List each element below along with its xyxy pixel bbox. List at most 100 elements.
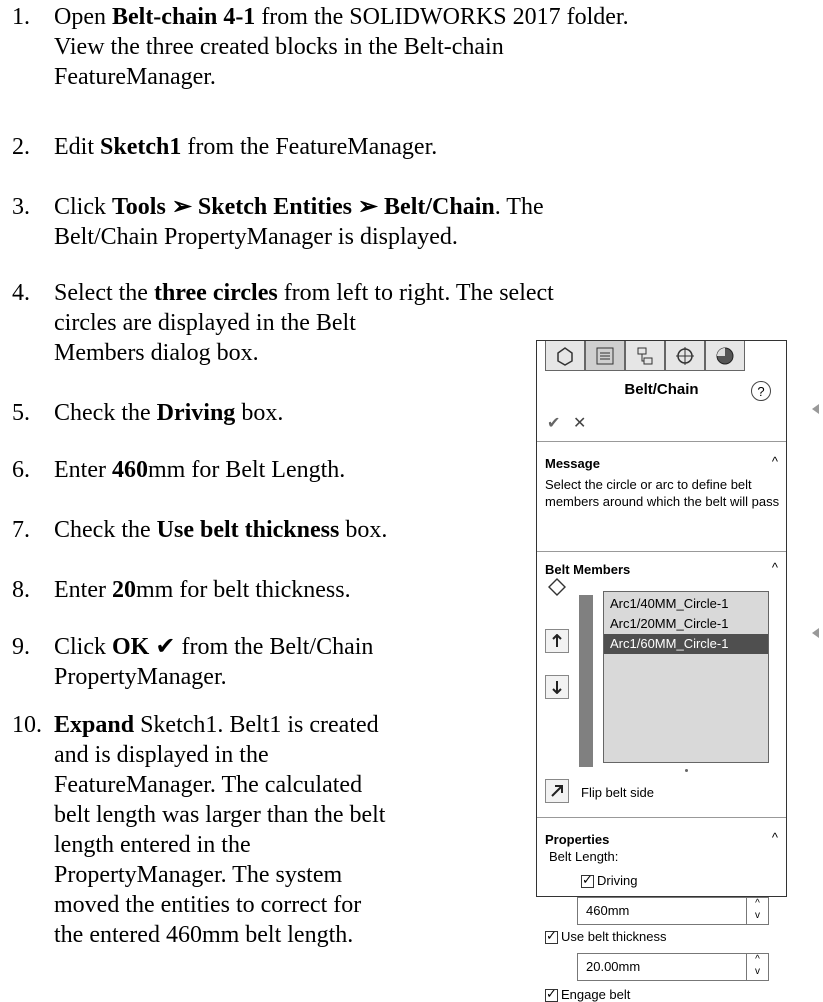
arrow-up-icon bbox=[552, 634, 562, 647]
belt-thickness-input[interactable]: 20.00mm bbox=[577, 953, 747, 981]
step-line: Select the three circles from left to ri… bbox=[54, 278, 554, 308]
tab-display-manager[interactable] bbox=[705, 341, 745, 371]
step-text: Check the bbox=[54, 517, 157, 543]
step-line: the entered 460mm belt length. bbox=[54, 920, 353, 950]
list-item[interactable]: Arc1/40MM_Circle-1 bbox=[610, 594, 728, 614]
step-line: PropertyManager. bbox=[54, 662, 227, 692]
step-line: Members dialog box. bbox=[54, 338, 259, 368]
step-emphasis: Tools ➢ Sketch Entities ➢ Belt/Chain bbox=[112, 194, 495, 220]
resize-handle[interactable] bbox=[685, 769, 688, 772]
display-sphere-icon bbox=[716, 347, 734, 364]
ok-button[interactable]: ✔ bbox=[547, 413, 560, 433]
move-down-button[interactable] bbox=[545, 675, 569, 699]
message-title: Message bbox=[545, 456, 600, 471]
belt-length-input[interactable]: 460mm bbox=[577, 897, 747, 925]
step-text: Belt/Chain PropertyManager is displayed. bbox=[54, 224, 458, 250]
panel-title: Belt/Chain bbox=[624, 381, 699, 398]
step-text: Select the bbox=[54, 280, 154, 306]
use-belt-thickness-checkbox[interactable] bbox=[545, 928, 558, 944]
step-text: length entered in the bbox=[54, 832, 251, 858]
step-text: Edit bbox=[54, 134, 100, 160]
step-text: ✔ from the Belt/Chain bbox=[149, 634, 374, 660]
property-manager-icon bbox=[596, 347, 614, 364]
step-emphasis: Driving bbox=[156, 400, 236, 426]
crosshair-icon bbox=[676, 346, 694, 365]
collapse-message-icon[interactable]: ^ bbox=[772, 454, 778, 469]
step-line: Edit Sketch1 from the FeatureManager. bbox=[54, 132, 437, 162]
flip-belt-side-button[interactable] bbox=[545, 779, 569, 803]
step-line: PropertyManager. The system bbox=[54, 860, 342, 890]
step-text: Click bbox=[54, 634, 112, 660]
driving-label: Driving bbox=[597, 873, 638, 888]
step-emphasis: Expand bbox=[54, 712, 135, 738]
list-item-selected[interactable]: Arc1/60MM_Circle-1 bbox=[604, 634, 768, 654]
cancel-button[interactable]: ✕ bbox=[573, 413, 586, 433]
step-text: Members dialog box. bbox=[54, 340, 259, 366]
step-text: and is displayed in the bbox=[54, 742, 269, 768]
step-text: Click bbox=[54, 194, 112, 220]
step-number: 4. bbox=[12, 280, 30, 306]
list-item[interactable]: Arc1/20MM_Circle-1 bbox=[610, 614, 728, 634]
step-number: 6. bbox=[12, 457, 30, 483]
engage-belt-label: Engage belt bbox=[561, 987, 631, 1002]
step-line: Check the Use belt thickness box. bbox=[54, 515, 387, 545]
belt-length-label: Belt Length: bbox=[549, 849, 619, 864]
configuration-manager-icon bbox=[637, 347, 653, 364]
step-text: box. bbox=[339, 517, 388, 543]
belt-thickness-spinner[interactable]: ^ v bbox=[747, 953, 769, 981]
step-line: circles are displayed in the Belt bbox=[54, 308, 356, 338]
step-text: PropertyManager. The system bbox=[54, 862, 343, 888]
flip-arrow-icon bbox=[551, 785, 563, 797]
arrow-down-icon bbox=[552, 681, 562, 694]
callout-arrow-icon bbox=[812, 628, 819, 638]
step-number: 1. bbox=[12, 4, 30, 30]
step-text: mm for Belt Length. bbox=[147, 457, 346, 483]
belt-members-list[interactable]: Arc1/40MM_Circle-1 Arc1/20MM_Circle-1 Ar… bbox=[603, 591, 769, 763]
message-text: Select the circle or arc to define belt … bbox=[545, 477, 780, 509]
manager-tabs bbox=[537, 341, 786, 373]
belt-chain-property-manager: Belt/Chain ? ✔ ✕ Message ^ Select the ci… bbox=[536, 340, 787, 1002]
step-text: Enter bbox=[54, 457, 112, 483]
selection-diamond-icon bbox=[545, 575, 569, 599]
step-text: from the FeatureManager. bbox=[181, 134, 438, 160]
collapse-members-icon[interactable]: ^ bbox=[772, 560, 778, 575]
tab-feature-manager[interactable] bbox=[545, 341, 585, 371]
step-line: FeatureManager. bbox=[54, 62, 216, 92]
message-section: Message ^ Select the circle or arc to de… bbox=[537, 441, 786, 521]
step-text: . The bbox=[494, 194, 544, 220]
step-line: Enter 20mm for belt thickness. bbox=[54, 575, 351, 605]
move-up-button[interactable] bbox=[545, 629, 569, 653]
step-emphasis: three circles bbox=[153, 280, 278, 306]
step-number: 8. bbox=[12, 577, 30, 603]
step-emphasis: Sketch1 bbox=[100, 134, 182, 160]
tab-dimxpert-manager[interactable] bbox=[665, 341, 705, 371]
step-text: Check the bbox=[54, 400, 157, 426]
step-line: View the three created blocks in the Bel… bbox=[54, 32, 504, 62]
step-text: Enter bbox=[54, 577, 112, 603]
step-emphasis: 460 bbox=[111, 457, 148, 483]
step-text: circles are displayed in the Belt bbox=[54, 310, 356, 336]
collapse-properties-icon[interactable]: ^ bbox=[772, 830, 778, 845]
step-text: Sketch1. Belt1 is created bbox=[134, 712, 379, 738]
step-line: FeatureManager. The calculated bbox=[54, 770, 362, 800]
step-text: View the three created blocks in the Bel… bbox=[54, 34, 504, 60]
step-line: Belt/Chain PropertyManager is displayed. bbox=[54, 222, 458, 252]
step-line: Expand Sketch1. Belt1 is created bbox=[54, 710, 379, 740]
tab-property-manager[interactable] bbox=[585, 341, 625, 371]
belt-length-spinner[interactable]: ^ v bbox=[747, 897, 769, 925]
step-line: length entered in the bbox=[54, 830, 251, 860]
step-number: 9. bbox=[12, 634, 30, 660]
step-emphasis: OK bbox=[112, 634, 150, 660]
step-line: Check the Driving box. bbox=[54, 398, 283, 428]
step-number: 3. bbox=[12, 194, 30, 220]
step-text: FeatureManager. The calculated bbox=[54, 772, 363, 798]
driving-checkbox[interactable] bbox=[581, 872, 594, 888]
step-text: the entered 460mm belt length. bbox=[54, 922, 354, 948]
help-icon[interactable]: ? bbox=[751, 381, 771, 401]
step-line: Open Belt-chain 4-1 from the SOLIDWORKS … bbox=[54, 2, 629, 32]
use-belt-thickness-label: Use belt thickness bbox=[561, 929, 667, 944]
tab-configuration-manager[interactable] bbox=[625, 341, 665, 371]
feature-manager-icon bbox=[557, 346, 573, 366]
step-text: from left to right. The select bbox=[277, 280, 554, 306]
list-color-bar bbox=[579, 595, 593, 767]
